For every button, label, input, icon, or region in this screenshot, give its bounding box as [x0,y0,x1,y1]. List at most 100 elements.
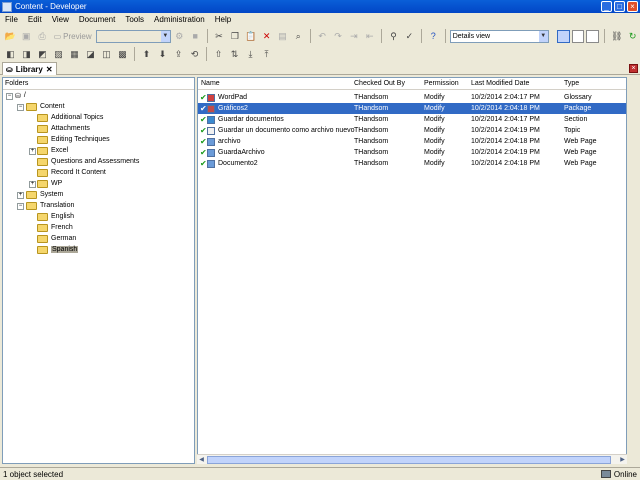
new-module-icon[interactable]: ◧ [3,47,18,62]
table-row[interactable]: ✔ WordPad THandsom Modify 10/2/2014 2:04… [198,92,626,103]
help-icon[interactable]: ? [426,29,441,44]
check-out-icon[interactable]: ⬇ [155,47,170,62]
tree-node-german[interactable]: German [37,233,76,244]
undo-icon[interactable]: ↶ [315,29,330,44]
open-folder-icon[interactable]: 📂 [3,29,18,44]
properties-icon[interactable]: ▤ [275,29,290,44]
indent-icon[interactable]: ⇥ [346,29,361,44]
tree-node-attachments[interactable]: Attachments [37,123,90,134]
table-row[interactable]: ✔ Documento2 THandsom Modify 10/2/2014 2… [198,158,626,169]
find-icon[interactable]: ⌕ [291,29,306,44]
folders-header: Folders [3,78,194,90]
print-icon[interactable]: ⎙ [35,29,50,44]
tree-node-translation[interactable]: Translation [26,200,74,211]
tree-node-editing-techniques[interactable]: Editing Techniques [37,134,110,145]
tree-node-record-it-content[interactable]: Record It Content [37,167,106,178]
new-section-icon[interactable]: ◨ [19,47,34,62]
outdent-icon[interactable]: ⇤ [362,29,377,44]
publish-icon[interactable]: ⇪ [171,47,186,62]
scroll-left-icon[interactable]: ◀ [197,455,206,465]
square-icon[interactable]: ■ [188,29,203,44]
maximize-button[interactable]: □ [614,1,625,12]
table-row[interactable]: ✔ Guardar un documento como archivo nuev… [198,125,626,136]
tree-node-system[interactable]: System [26,189,63,200]
import-icon[interactable]: ⤓ [243,47,258,62]
preview-button[interactable]: ▭ Preview [51,32,95,41]
tree-node-questions-and-assessments[interactable]: Questions and Assessments [37,156,139,167]
menu-edit[interactable]: Edit [23,15,47,24]
paste-icon[interactable]: 📋 [243,29,258,44]
expand-excel-icon[interactable]: + [29,148,36,155]
menu-document[interactable]: Document [74,15,120,24]
spell-check-icon[interactable]: ✓ [402,29,417,44]
checked-in-icon: ✔ [200,148,207,157]
check-in-icon[interactable]: ⬆ [139,47,154,62]
tree-node-english[interactable]: English [37,211,74,222]
menu-help[interactable]: Help [210,15,236,24]
table-row[interactable]: ✔ Guardar documentos THandsom Modify 10/… [198,114,626,125]
folder-icon [37,146,48,155]
topic-icon [207,127,215,135]
checked-in-icon: ✔ [200,126,207,135]
menu-view[interactable]: View [47,15,74,24]
tree-node-spanish[interactable]: Spanish [37,244,79,255]
cut-icon[interactable]: ✂ [212,29,227,44]
tab-close-icon[interactable]: ✕ [46,65,53,74]
split-vertical-icon[interactable] [586,29,600,43]
new-package-icon[interactable]: ▨ [51,47,66,62]
menu-tools[interactable]: Tools [120,15,149,24]
expand-wp-icon[interactable]: + [29,181,36,188]
close-panel-icon[interactable]: × [629,64,638,73]
new-question-icon[interactable]: ◫ [99,47,114,62]
sync-icon[interactable]: ⇅ [227,47,242,62]
tree-node-content[interactable]: Content [26,101,65,112]
delete-icon[interactable]: ✕ [259,29,274,44]
column-name[interactable]: Name [198,78,220,90]
new-assessment-icon[interactable]: ▩ [115,47,130,62]
new-webpage-icon[interactable]: ◪ [83,47,98,62]
export-icon[interactable]: ⤒ [259,47,274,62]
tab-library[interactable]: ⛀ Library ✕ [2,62,57,75]
column-type[interactable]: Type [561,78,579,90]
expand-translation-icon[interactable]: − [17,203,24,210]
copy-icon[interactable]: ❐ [227,29,242,44]
refresh-icon[interactable]: ↻ [625,29,640,44]
split-horizontal-icon[interactable] [571,29,585,43]
close-button[interactable]: × [627,1,638,12]
new-glossary-icon[interactable]: ▦ [67,47,82,62]
details-view-icon[interactable] [556,29,570,43]
link-icon[interactable]: ⛓ [609,29,624,44]
scroll-thumb[interactable] [207,456,611,464]
table-row[interactable]: ✔ GuardaArchivo THandsom Modify 10/2/201… [198,147,626,158]
column-checked-out-by[interactable]: Checked Out By [351,78,405,90]
new-topic-icon[interactable]: ◩ [35,47,50,62]
tree-node-additional-topics[interactable]: Additional Topics [37,112,103,123]
menu-file[interactable]: File [0,15,23,24]
save-icon[interactable]: ▣ [19,29,34,44]
tree-node-wp[interactable]: WP [37,178,62,189]
column-last-modified-date[interactable]: Last Modified Date [468,78,529,90]
binoculars-icon[interactable]: ⚲ [386,29,401,44]
minimize-button[interactable]: _ [601,1,612,12]
scroll-right-icon[interactable]: ▶ [618,455,627,465]
history-icon[interactable]: ⟲ [187,47,202,62]
expand-root-icon[interactable]: − [6,93,13,100]
tree-node-root[interactable]: ⛁ / [15,90,26,101]
redo-icon[interactable]: ↷ [331,29,346,44]
expand-content-icon[interactable]: − [17,104,24,111]
style-combo[interactable]: ▼ [95,29,171,43]
checked-in-icon: ✔ [200,104,207,113]
status-bar: 1 object selected Online [0,467,640,480]
tree-node-french[interactable]: French [37,222,73,233]
expand-system-icon[interactable]: + [17,192,24,199]
table-row[interactable]: ✔ archivo THandsom Modify 10/2/2014 2:04… [198,136,626,147]
folder-icon [37,135,48,144]
upload-icon[interactable]: ⇧ [211,47,226,62]
view-mode-combo[interactable]: Details view ▼ [449,29,549,43]
column-permission[interactable]: Permission [421,78,459,90]
settings-icon[interactable]: ⚙ [172,29,187,44]
tree-node-excel[interactable]: Excel [37,145,68,156]
menu-administration[interactable]: Administration [149,15,210,24]
table-row[interactable]: ✔ Gráficos2 THandsom Modify 10/2/2014 2:… [198,103,626,114]
horizontal-scrollbar[interactable]: ◀ ▶ [197,454,627,464]
